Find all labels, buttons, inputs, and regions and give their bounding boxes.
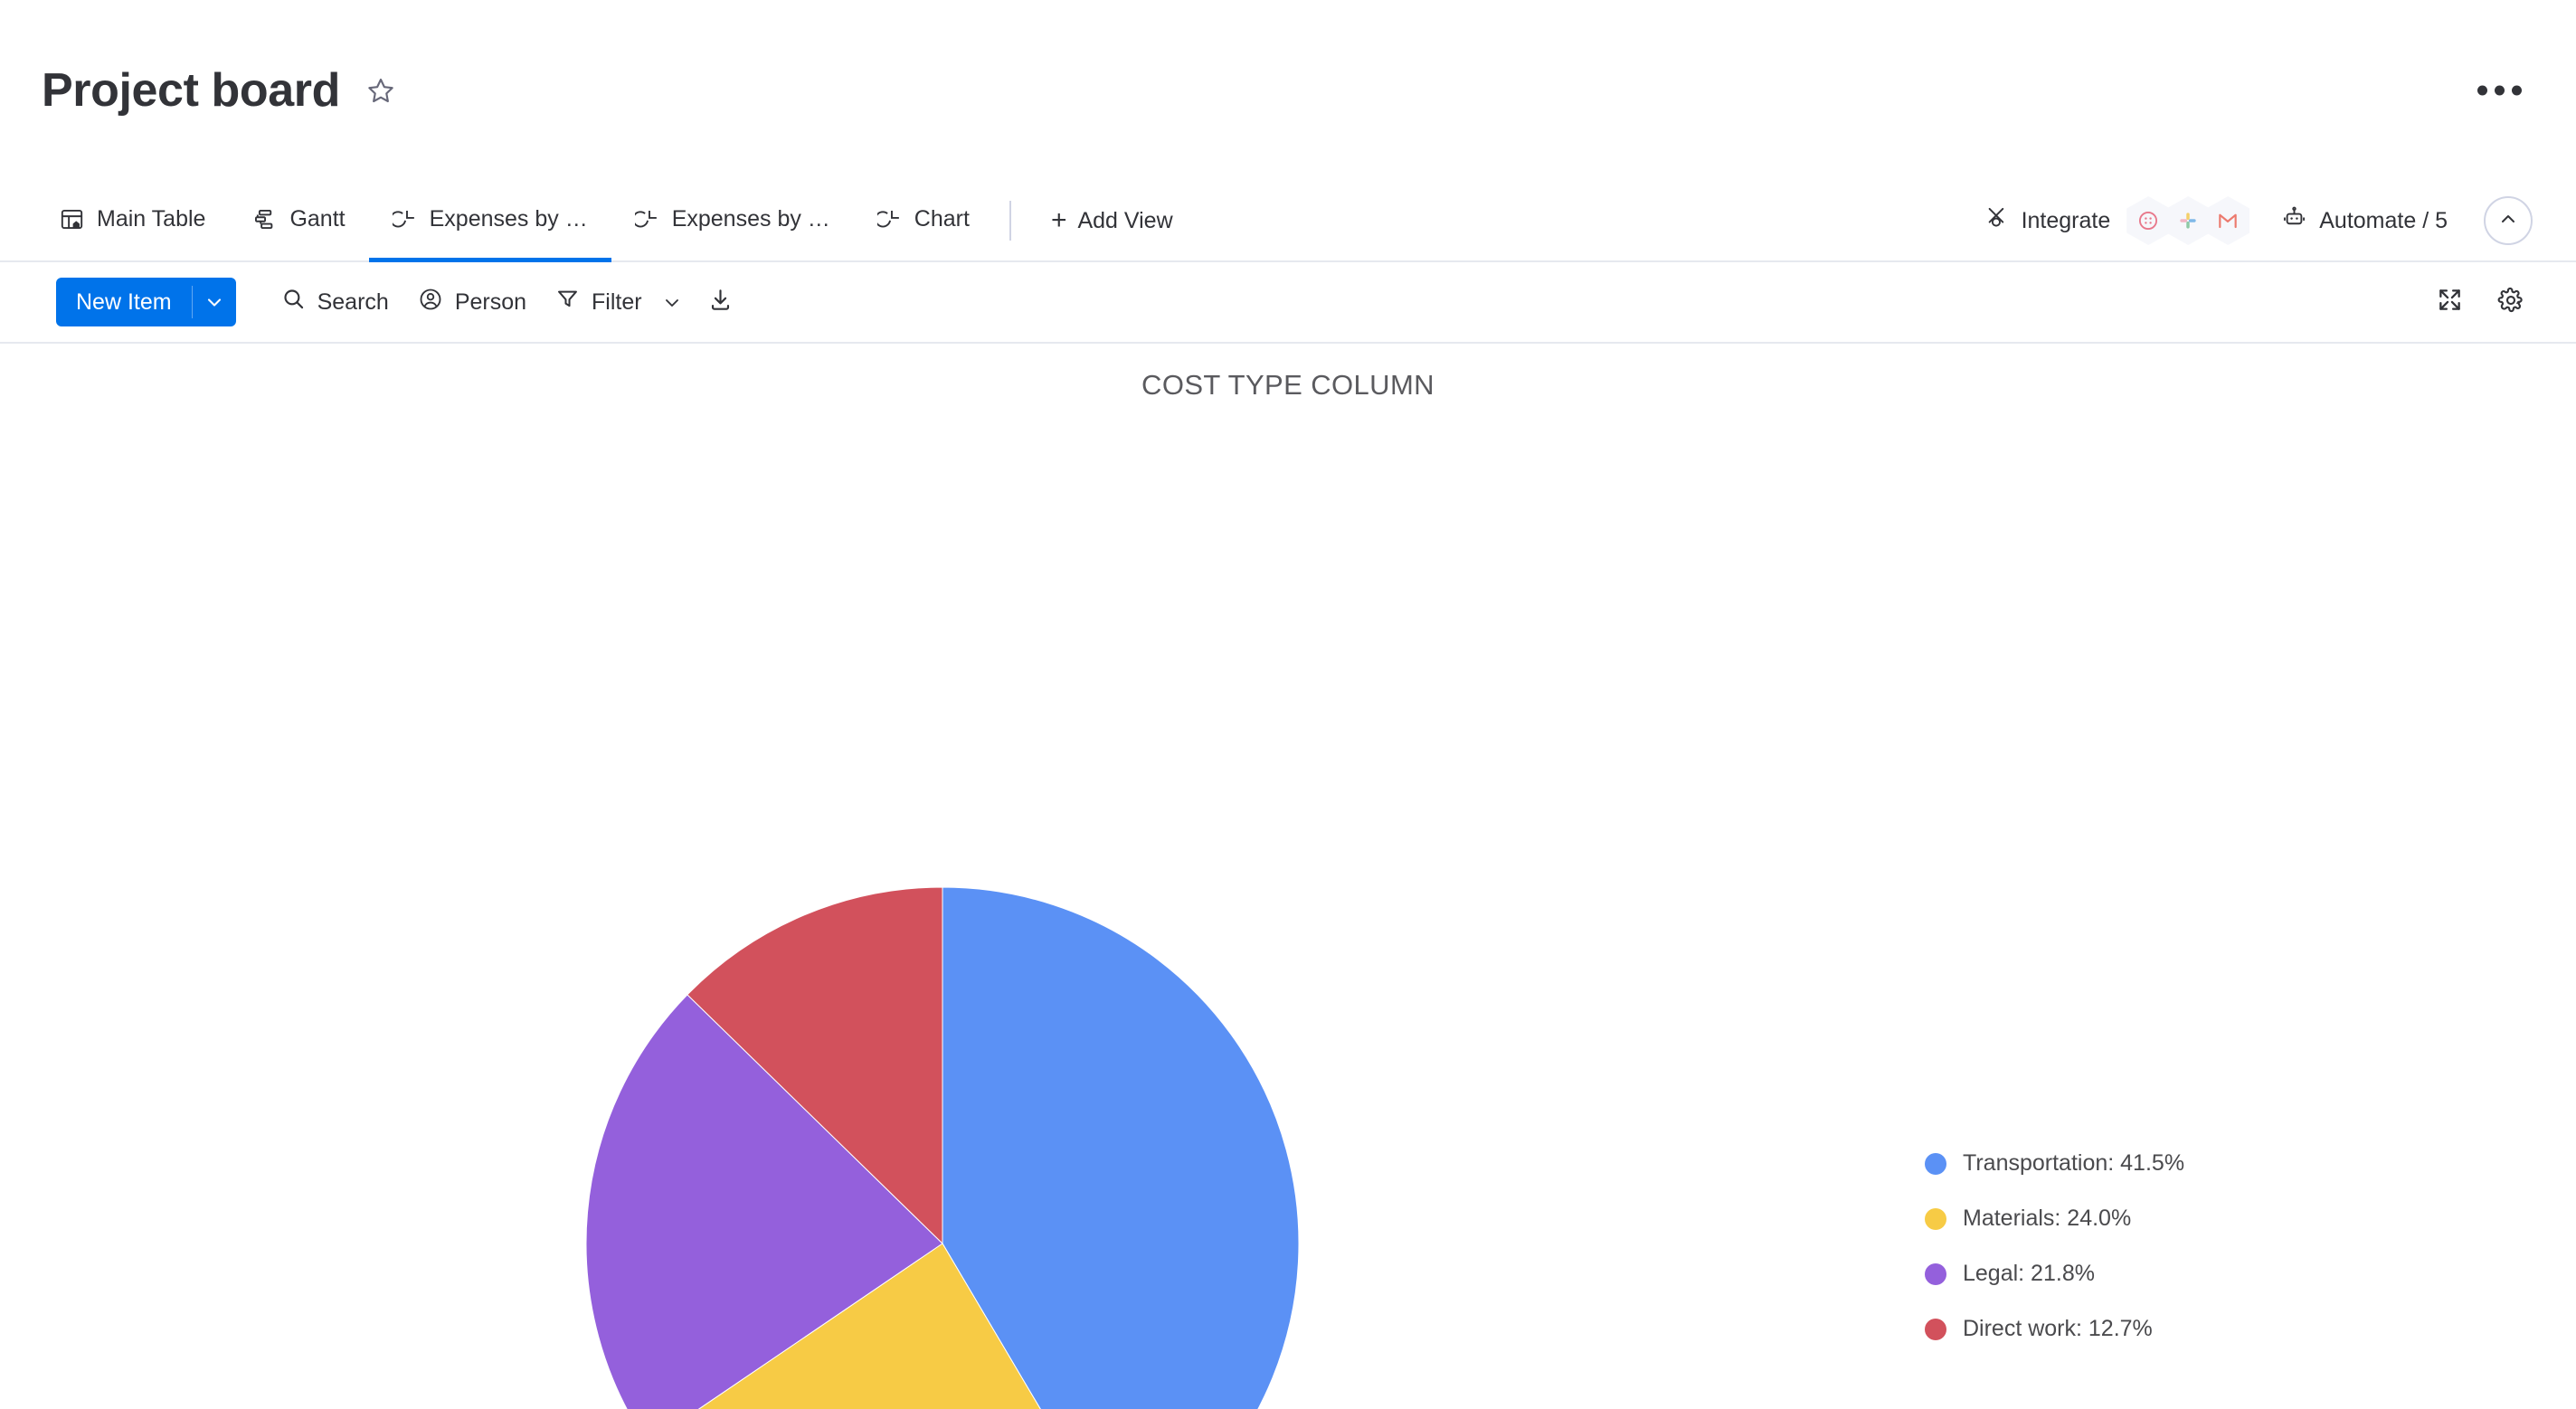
legend-item[interactable]: Legal: 21.8% <box>1925 1246 2184 1301</box>
legend-label: Legal: 21.8% <box>1963 1261 2095 1287</box>
title-group: Project board <box>42 67 402 114</box>
more-dot-3 <box>2512 86 2522 96</box>
add-view-label: Add View <box>1077 208 1172 234</box>
pie-chart-icon <box>393 207 417 232</box>
add-view-button[interactable]: + Add View <box>1028 181 1197 260</box>
slack-app-icon[interactable] <box>2166 196 2210 245</box>
filter-icon <box>555 287 580 317</box>
favorite-star-button[interactable] <box>360 70 402 111</box>
export-download-button[interactable] <box>697 279 744 326</box>
integrate-label: Integrate <box>2022 208 2111 234</box>
tab-label: Expenses by … <box>672 206 830 232</box>
collapse-toggle-button[interactable] <box>2484 196 2533 245</box>
download-icon <box>707 287 734 317</box>
chevron-down-icon[interactable] <box>661 291 683 313</box>
person-icon <box>418 287 443 318</box>
tabs-divider <box>1009 201 1011 241</box>
plus-icon: + <box>1051 207 1067 234</box>
integration-apps-group <box>2130 196 2249 245</box>
board-settings-button[interactable] <box>2487 279 2534 326</box>
integrate-button[interactable]: Integrate <box>1968 194 2127 247</box>
new-item-button[interactable]: New Item <box>56 278 236 326</box>
chart-legend: Transportation: 41.5% Materials: 24.0% Leg… <box>1925 1136 2184 1357</box>
tab-chart[interactable]: Chart <box>854 181 993 262</box>
chart-title: COST TYPE COLUMN <box>0 344 2576 402</box>
tab-label: Main Table <box>97 206 205 232</box>
gmail-app-icon[interactable] <box>2206 196 2249 245</box>
new-item-label: New Item <box>56 278 192 326</box>
legend-label: Materials: 24.0% <box>1963 1206 2131 1232</box>
tab-expenses-by-2[interactable]: Expenses by … <box>611 181 854 262</box>
expand-icon <box>2437 287 2463 317</box>
chevron-up-icon <box>2497 208 2519 234</box>
legend-item[interactable]: Direct work: 12.7% <box>1925 1301 2184 1357</box>
view-tabs-bar: Main Table Gantt Expenses by … <box>0 181 2576 262</box>
pie-slice-transportation[interactable] <box>942 887 1299 1409</box>
filter-button[interactable]: Filter <box>541 277 697 327</box>
legend-color-swatch <box>1925 1208 1946 1230</box>
legend-color-swatch <box>1925 1319 1946 1340</box>
pie-chart <box>585 886 1300 1409</box>
tab-label: Gantt <box>289 206 345 232</box>
pie-slice-group <box>586 887 1299 1409</box>
tab-label: Chart <box>914 206 970 232</box>
pie-chart-icon <box>877 207 902 232</box>
board-more-options-button[interactable] <box>2465 75 2534 107</box>
board-toolbar: New Item Search Person <box>0 262 2576 344</box>
gantt-icon <box>252 207 277 232</box>
pie-chart-icon <box>635 207 659 232</box>
page-title: Project board <box>42 67 340 114</box>
legend-label: Direct work: 12.7% <box>1963 1316 2153 1342</box>
search-button[interactable]: Search <box>267 277 403 327</box>
person-filter-button[interactable]: Person <box>403 277 541 328</box>
integrate-icon <box>1984 205 2009 236</box>
person-label: Person <box>455 289 526 316</box>
chevron-down-icon[interactable] <box>193 278 236 326</box>
legend-label: Transportation: 41.5% <box>1963 1150 2184 1177</box>
legend-color-swatch <box>1925 1263 1946 1285</box>
tab-gantt[interactable]: Gantt <box>229 181 368 262</box>
more-dot-1 <box>2477 86 2487 96</box>
chart-view: COST TYPE COLUMN Transportation: 41.5% Ma… <box>0 344 2576 1409</box>
tab-expenses-by-1[interactable]: Expenses by … <box>369 181 611 262</box>
automate-button[interactable]: Automate / 5 <box>2266 194 2464 247</box>
fullscreen-expand-button[interactable] <box>2426 279 2473 326</box>
pie-chart-svg <box>585 886 1300 1409</box>
table-home-icon <box>60 207 84 232</box>
tab-main-table[interactable]: Main Table <box>36 181 229 262</box>
gear-icon <box>2497 287 2524 318</box>
more-dot-2 <box>2495 86 2505 96</box>
automate-label: Automate / 5 <box>2319 208 2448 234</box>
search-label: Search <box>317 289 389 316</box>
robot-icon <box>2282 205 2306 236</box>
tabs-right-actions: Integrate <box>1968 181 2534 260</box>
monday-app-icon[interactable] <box>2126 196 2170 245</box>
toolbar-right-actions <box>2426 279 2534 326</box>
legend-item[interactable]: Transportation: 41.5% <box>1925 1136 2184 1191</box>
legend-color-swatch <box>1925 1153 1946 1175</box>
legend-item[interactable]: Materials: 24.0% <box>1925 1191 2184 1246</box>
view-tabs-list: Main Table Gantt Expenses by … <box>36 181 1197 260</box>
tab-label: Expenses by … <box>430 206 588 232</box>
search-icon <box>281 287 306 317</box>
board-header: Project board <box>0 0 2576 181</box>
filter-label: Filter <box>592 289 642 316</box>
